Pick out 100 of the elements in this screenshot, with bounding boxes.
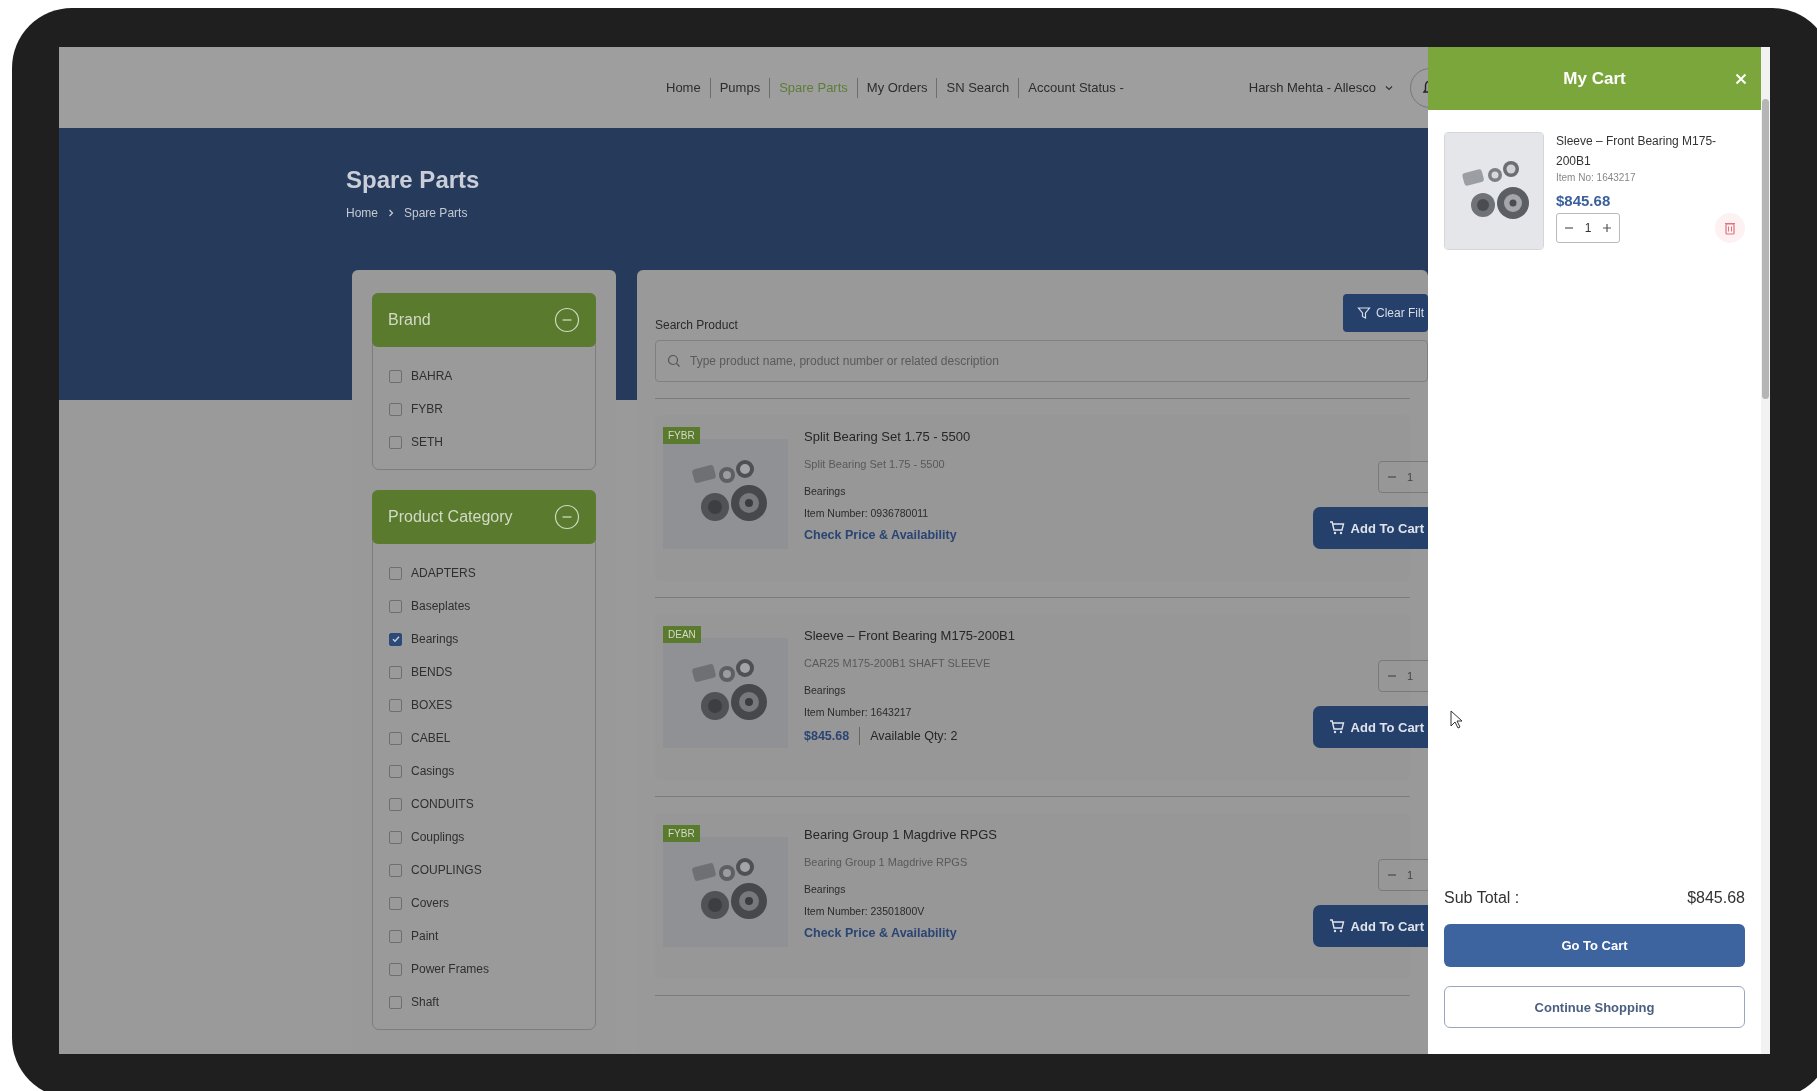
filter-option: FYBR: [411, 400, 443, 418]
quantity-value: 1: [1407, 471, 1414, 483]
filter-option: Baseplates: [411, 597, 471, 615]
quantity-value: 1: [1407, 869, 1414, 881]
checkbox[interactable]: [389, 962, 402, 976]
brand-badge: DEAN: [663, 626, 701, 643]
filter-header[interactable]: Product Category: [372, 490, 596, 544]
product-category: Bearings: [804, 883, 847, 895]
search-field[interactable]: Type product name, product number or related description: [655, 340, 1428, 382]
item-number: Item Number: 0936780011: [804, 507, 930, 519]
nav-link[interactable]: My Orders: [857, 80, 937, 95]
product-description: Split Bearing Set 1.75 - 5500: [804, 458, 946, 470]
filter-option: COUPLINGS: [411, 861, 482, 879]
breadcrumb-link[interactable]: Home: [346, 206, 378, 220]
search-icon: [667, 354, 681, 368]
nav-link[interactable]: Pumps: [710, 80, 770, 95]
checkbox[interactable]: [389, 599, 402, 613]
checkbox[interactable]: [389, 929, 402, 943]
product-category: Bearings: [804, 485, 847, 497]
filter-option: CABEL: [411, 729, 451, 747]
scrollbar[interactable]: [1761, 47, 1770, 1054]
filter-option: Power Frames: [411, 960, 490, 978]
filter-option: BAHRA: [411, 367, 453, 385]
add-to-cart-button[interactable]: Add To Cart: [1312, 507, 1428, 549]
brand-badge: FYBR: [663, 427, 700, 444]
quantity-value: 1: [1407, 670, 1414, 682]
checkbox[interactable]: [389, 402, 402, 416]
available-quantity: Available Qty: 2: [870, 729, 958, 743]
filter-title: Brand: [388, 311, 431, 329]
nav-link[interactable]: SN Search: [937, 80, 1019, 95]
filter-header[interactable]: Brand: [372, 293, 596, 347]
checkbox[interactable]: [389, 632, 402, 646]
search-label: Search Product: [655, 318, 738, 332]
filter-option: CONDUITS: [411, 795, 474, 813]
checkbox[interactable]: [389, 665, 402, 679]
checkbox[interactable]: [389, 369, 402, 383]
checkbox[interactable]: [389, 896, 402, 910]
checkbox[interactable]: [389, 995, 402, 1009]
product-description: Bearing Group 1 Magdrive RPGS: [804, 856, 969, 868]
filter-option: Casings: [411, 762, 455, 780]
checkbox[interactable]: [389, 698, 402, 712]
product-name[interactable]: Sleeve – Front Bearing M175-200B1: [804, 628, 1288, 643]
plus-icon[interactable]: [1602, 222, 1612, 233]
checkbox[interactable]: [389, 797, 402, 811]
filter-option: Shaft: [411, 993, 440, 1011]
checkbox[interactable]: [389, 764, 402, 778]
cart-item-price: $845.68: [1556, 191, 1612, 209]
check-price-link[interactable]: Check Price & Availability: [804, 528, 1288, 542]
filter-title: Product Category: [388, 508, 513, 526]
checkbox[interactable]: [389, 566, 402, 580]
product-name[interactable]: Bearing Group 1 Magdrive RPGS: [804, 827, 1288, 842]
nav-link[interactable]: Account Status -: [1019, 80, 1133, 95]
breadcrumb-link[interactable]: Spare Parts: [404, 206, 468, 220]
cart-item-number: Item No: 1643217: [1556, 171, 1637, 183]
check-price-link[interactable]: Check Price & Availability: [804, 926, 1288, 940]
cart-item-name[interactable]: Sleeve – Front Bearing M175-200B1: [1556, 132, 1745, 172]
filter-option: Bearings: [411, 630, 459, 648]
quantity-stepper[interactable]: 1: [1556, 212, 1620, 243]
filter-option: BOXES: [411, 696, 453, 714]
clear-filter-button[interactable]: Clear Filt: [1343, 294, 1428, 332]
product-name[interactable]: Split Bearing Set 1.75 - 5500: [804, 429, 1288, 444]
product-category: Bearings: [804, 684, 847, 696]
filter-icon: [1357, 306, 1371, 320]
filter-option: Paint: [411, 927, 439, 945]
filter-option: ADAPTERS: [411, 564, 476, 582]
item-number: Item Number: 23501800V: [804, 905, 926, 917]
brand-badge: FYBR: [663, 825, 700, 842]
trash-icon: [1724, 220, 1736, 235]
add-to-cart-button[interactable]: Add To Cart: [1312, 706, 1428, 748]
checkmark-icon: [390, 634, 401, 644]
delete-button[interactable]: [1715, 212, 1745, 243]
continue-shopping-button[interactable]: Continue Shopping: [1444, 986, 1745, 1028]
go-to-cart-button[interactable]: Go To Cart: [1444, 924, 1745, 967]
nav-link[interactable]: Home: [657, 80, 710, 95]
item-number: Item Number: 1643217: [804, 706, 913, 718]
add-to-cart-button[interactable]: Add To Cart: [1312, 905, 1428, 947]
checkbox[interactable]: [389, 435, 402, 449]
cart-icon: [1328, 918, 1345, 934]
subtotal-value: $845.68: [1687, 889, 1745, 907]
subtotal-label: Sub Total :: [1444, 889, 1520, 907]
filter-option: SETH: [411, 433, 443, 451]
chevron-right-icon: [387, 209, 395, 217]
collapse-icon[interactable]: [554, 504, 580, 530]
checkbox[interactable]: [389, 863, 402, 877]
close-icon[interactable]: [1735, 73, 1747, 85]
user-menu[interactable]: Harsh Mehta - Allesco: [1248, 80, 1376, 95]
cart-icon: [1328, 719, 1345, 735]
product-price: $845.68: [804, 729, 850, 743]
product-description: CAR25 M175-200B1 SHAFT SLEEVE: [804, 657, 992, 669]
cursor-icon: [1450, 710, 1464, 730]
cart-title: My Cart: [1563, 68, 1626, 89]
quantity-value: 1: [1584, 220, 1592, 235]
checkbox[interactable]: [389, 830, 402, 844]
filter-option: BENDS: [411, 663, 453, 681]
checkbox[interactable]: [389, 731, 402, 745]
filter-option: Covers: [411, 894, 449, 912]
filter-option: Couplings: [411, 828, 465, 846]
cart-icon: [1328, 520, 1345, 536]
page-title: Spare Parts: [346, 166, 480, 194]
collapse-icon[interactable]: [554, 307, 580, 333]
